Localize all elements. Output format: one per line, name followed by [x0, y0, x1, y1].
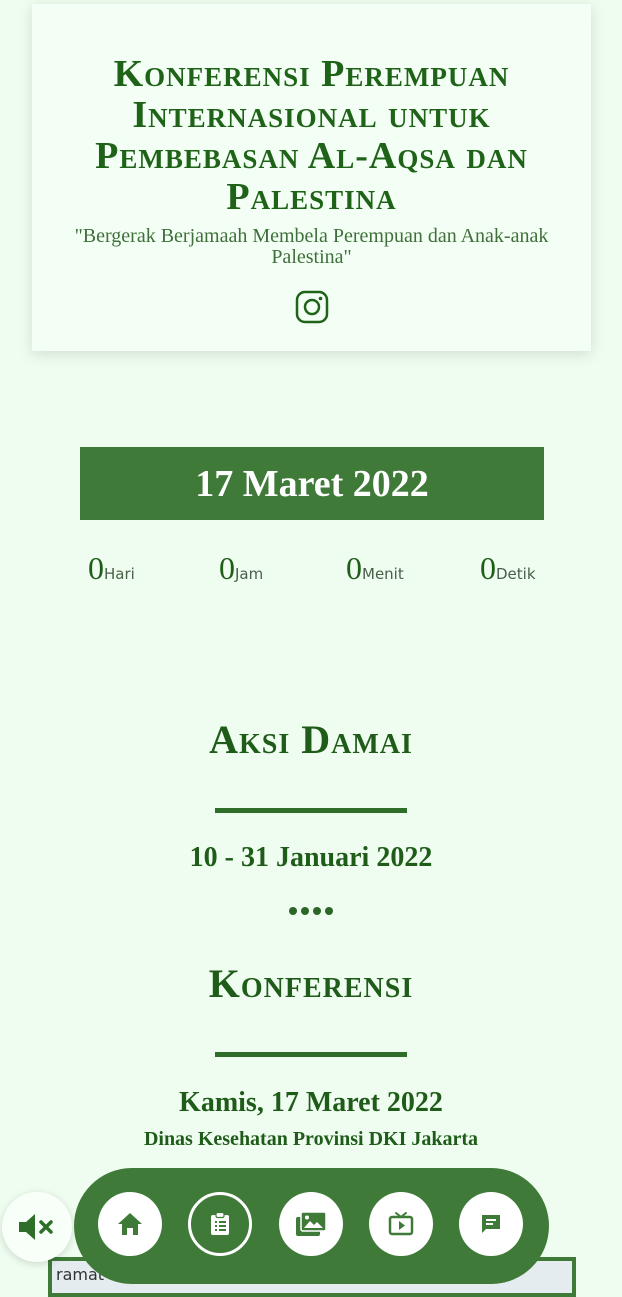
- bottom-nav: [74, 1168, 549, 1284]
- countdown-value: 0: [88, 550, 104, 586]
- countdown-value: 0: [219, 550, 235, 586]
- venue-text: Dinas Kesehatan Provinsi DKI Jakarta: [143, 1128, 479, 1150]
- volume-mute-icon: [19, 1214, 53, 1240]
- dot: [289, 907, 297, 915]
- instagram-icon[interactable]: [295, 290, 329, 324]
- section-date-aksi-damai: 10 - 31 Januari 2022: [189, 842, 433, 873]
- countdown-minutes: 0Menit: [346, 550, 404, 587]
- nav-video-button[interactable]: [369, 1192, 433, 1256]
- hero-card: Konferensi Perempuan Internasional untuk…: [32, 4, 591, 351]
- message-icon: [482, 1215, 500, 1233]
- dot: [325, 907, 333, 915]
- countdown-value: 0: [346, 550, 362, 586]
- page-title: Konferensi Perempuan Internasional untuk…: [95, 53, 528, 218]
- home-icon: [118, 1213, 142, 1235]
- nav-message-button[interactable]: [459, 1192, 523, 1256]
- section-title-konferensi: Konferensi: [208, 961, 414, 1006]
- event-date-banner: 17 Maret 2022: [80, 447, 544, 520]
- divider: [215, 1052, 407, 1057]
- nav-home-button[interactable]: [98, 1192, 162, 1256]
- countdown-value: 0: [480, 550, 496, 586]
- clipboard-icon: [211, 1211, 229, 1235]
- section-title-aksi-damai: Aksi Damai: [209, 717, 413, 762]
- countdown-unit: Jam: [235, 565, 264, 583]
- countdown-days: 0Hari: [88, 550, 135, 587]
- section-date-konferensi: Kamis, 17 Maret 2022: [179, 1087, 443, 1118]
- countdown-unit: Hari: [104, 565, 135, 583]
- tagline: "Bergerak Berjamaah Membela Perempuan da…: [74, 225, 549, 268]
- mute-button[interactable]: [2, 1192, 72, 1262]
- video-icon: [388, 1212, 414, 1236]
- divider: [215, 808, 407, 813]
- countdown-hours: 0Jam: [219, 550, 263, 587]
- dot: [313, 907, 321, 915]
- countdown-seconds: 0Detik: [480, 550, 536, 587]
- dot: [301, 907, 309, 915]
- countdown-unit: Menit: [362, 565, 404, 583]
- dots-separator: [0, 900, 622, 919]
- nav-gallery-button[interactable]: [279, 1192, 343, 1256]
- nav-schedule-button[interactable]: [188, 1192, 252, 1256]
- gallery-icon: [296, 1211, 327, 1236]
- countdown-unit: Detik: [496, 565, 536, 583]
- countdown: 0Hari 0Jam 0Menit 0Detik: [0, 550, 622, 590]
